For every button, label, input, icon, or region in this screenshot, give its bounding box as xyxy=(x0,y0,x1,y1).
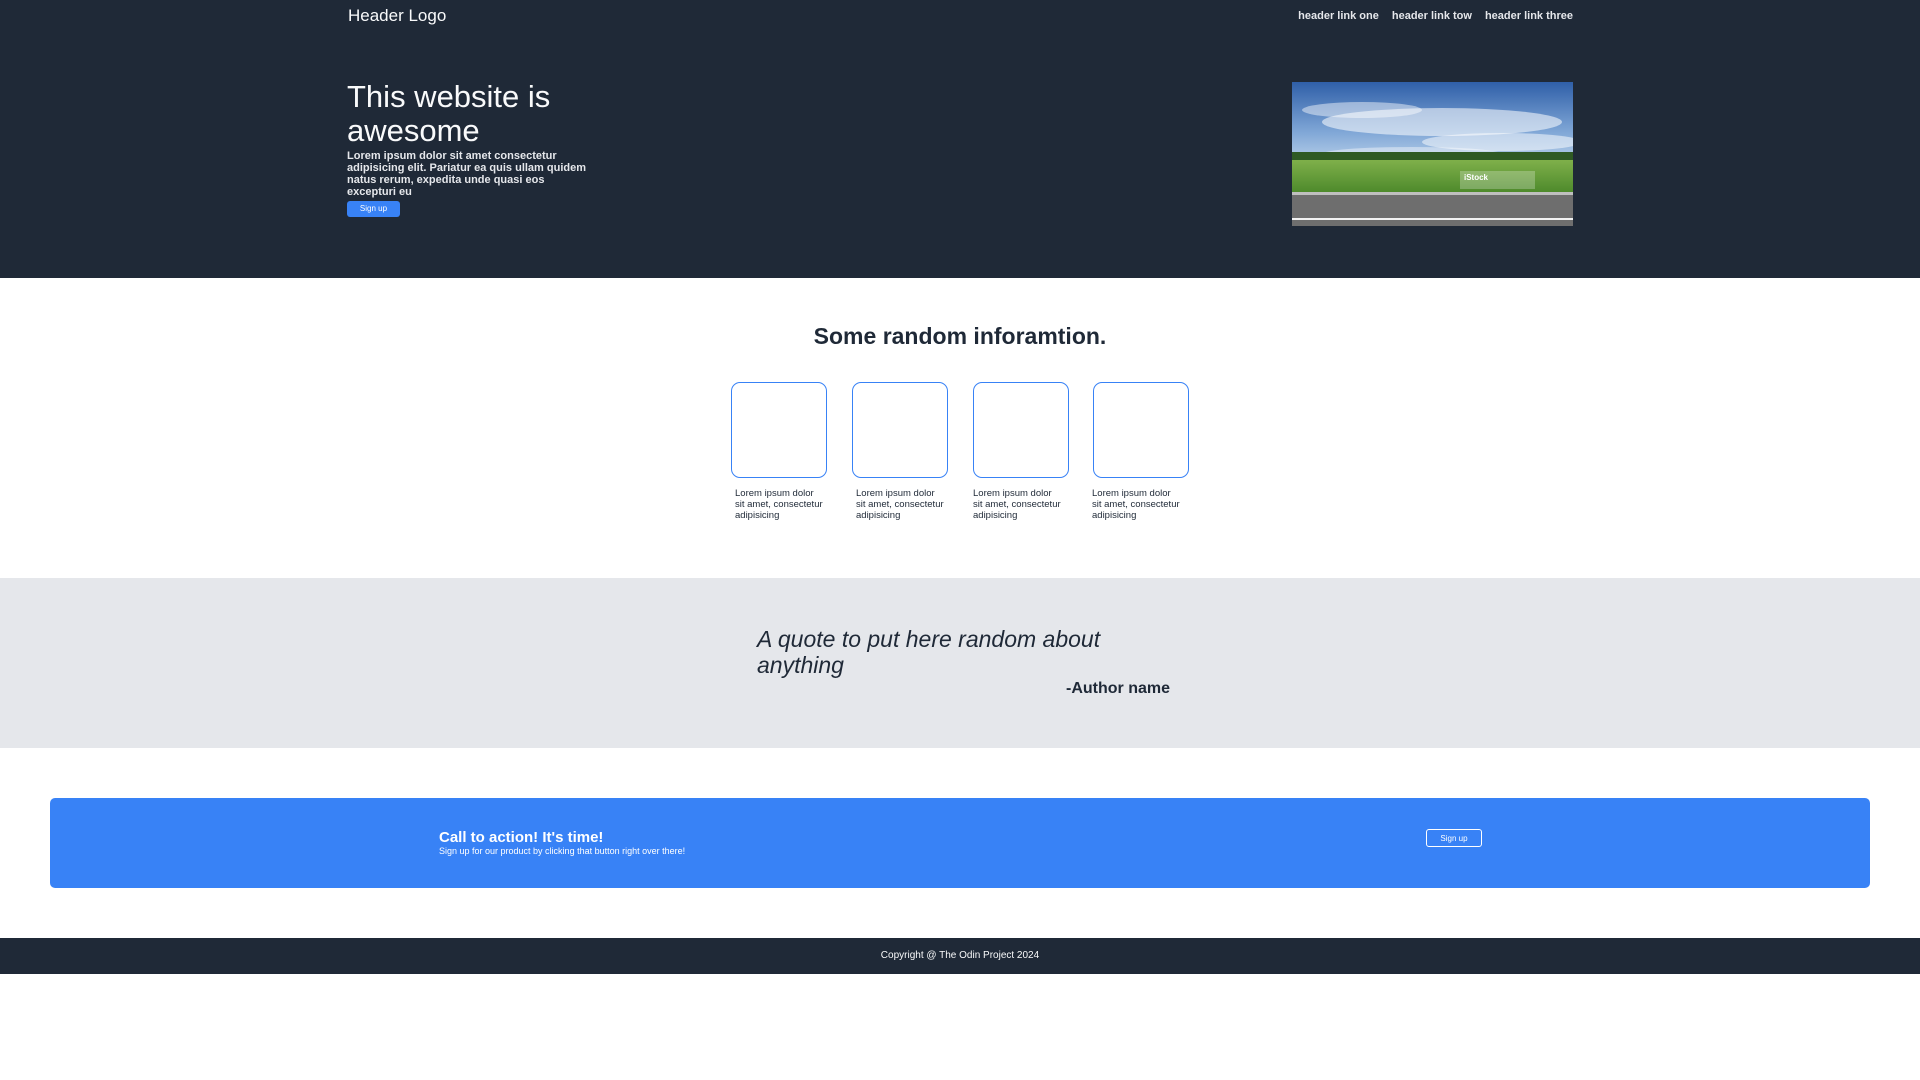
header-link-one[interactable]: header link one xyxy=(1298,9,1379,23)
info-card-image xyxy=(731,382,827,478)
quote-text: A quote to put here random about anythin… xyxy=(757,626,1101,678)
hero-section: Header Logo header link one header link … xyxy=(0,0,1920,278)
info-card: Lorem ipsum dolor sit amet, consectetur … xyxy=(973,382,1069,521)
footer-copyright: Copyright @ The Odin Project 2024 xyxy=(880,950,1040,961)
call-to-action-banner: Call to action! It's time! Sign up for o… xyxy=(50,798,1870,888)
header-link-three[interactable]: header link three xyxy=(1485,9,1573,23)
info-card: Lorem ipsum dolor sit amet, consectetur … xyxy=(731,382,827,521)
footer: Copyright @ The Odin Project 2024 xyxy=(0,938,1920,974)
quote-author: -Author name xyxy=(1066,680,1170,697)
cta-subtitle: Sign up for our product by clicking that… xyxy=(439,846,686,856)
info-card-image xyxy=(973,382,1069,478)
hero-title: This website is awesome xyxy=(347,79,551,148)
info-section: Some random inforamtion. Lorem ipsum dol… xyxy=(0,278,1920,578)
quote-section: A quote to put here random about anythin… xyxy=(0,578,1920,748)
info-card-image xyxy=(852,382,948,478)
info-card-text: Lorem ipsum dolor sit amet, consectetur … xyxy=(973,488,1061,521)
info-card-text: Lorem ipsum dolor sit amet, consectetur … xyxy=(856,488,944,521)
header-nav: header link one header link tow header l… xyxy=(1298,9,1573,23)
hero-signup-button[interactable]: Sign up xyxy=(347,201,400,217)
image-watermark-text: iStock xyxy=(1464,173,1489,182)
hero-landscape-image: iStock xyxy=(1292,82,1573,226)
cta-title: Call to action! It's time! xyxy=(439,829,604,846)
hero-text-block: This website is awesome Lorem ipsum dolo… xyxy=(347,80,592,217)
info-card-text: Lorem ipsum dolor sit amet, consectetur … xyxy=(735,488,823,521)
info-card-image xyxy=(1093,382,1189,478)
hero-subtitle: Lorem ipsum dolor sit amet consectetur a… xyxy=(347,150,587,198)
info-card-text: Lorem ipsum dolor sit amet, consectetur … xyxy=(1092,488,1180,521)
info-title: Some random inforamtion. xyxy=(813,323,1107,349)
info-card: Lorem ipsum dolor sit amet, consectetur … xyxy=(852,382,948,521)
info-card: Lorem ipsum dolor sit amet, consectetur … xyxy=(1092,382,1189,521)
header-logo[interactable]: Header Logo xyxy=(348,6,446,26)
cta-signup-button[interactable]: Sign up xyxy=(1426,829,1482,847)
header-link-two[interactable]: header link tow xyxy=(1392,9,1472,23)
